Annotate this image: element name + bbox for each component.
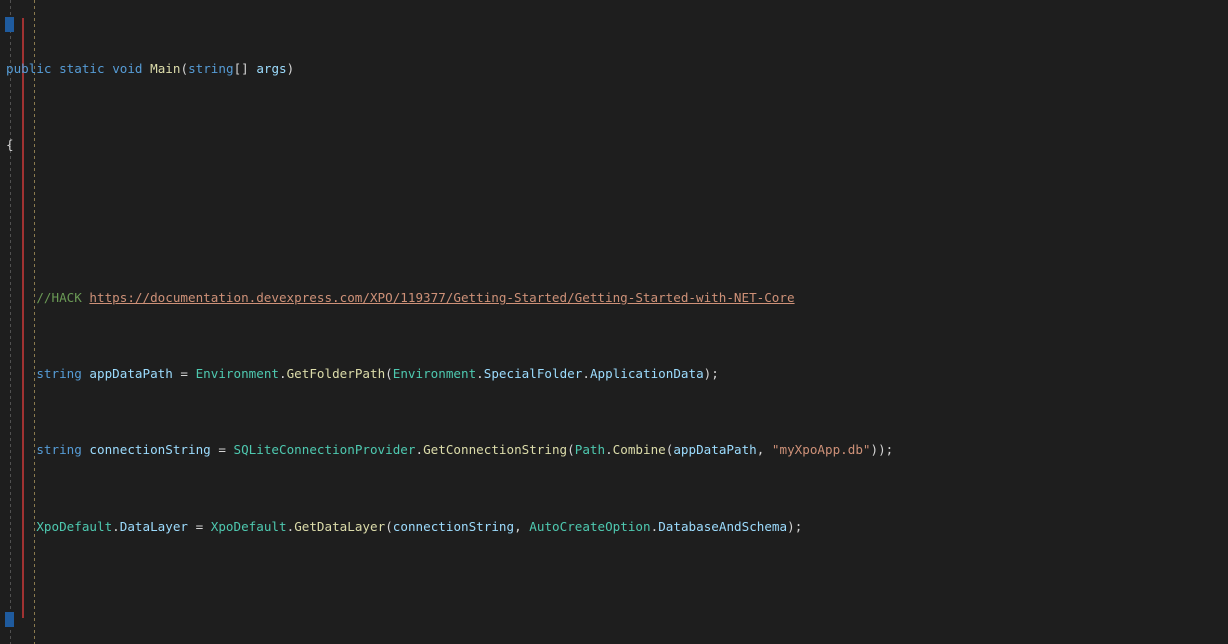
tok-dot: . (476, 366, 484, 381)
tok-method-main: Main (150, 61, 181, 76)
code-line-4[interactable]: //HACK https://documentation.devexpress.… (0, 290, 1228, 305)
tok-param-args: args (256, 61, 287, 76)
tok-method-getdatalayer: GetDataLayer (294, 518, 386, 534)
tok-var-connectionstring: connectionString (392, 518, 515, 534)
tok-dot: . (279, 366, 287, 381)
tok-open-brace: { (6, 137, 14, 153)
tok-type-xpodefault: XpoDefault (36, 518, 113, 534)
tok-punct: )); (870, 442, 894, 458)
tok-var-appdatapath: appDataPath (673, 442, 757, 458)
code-line-6[interactable]: string connectionString = SQLiteConnecti… (0, 442, 1228, 457)
tok-keyword-static: static (59, 61, 105, 76)
tok-keyword-string: string (36, 366, 82, 381)
tok-punct: ); (787, 518, 803, 534)
tok-type-path: Path (574, 442, 606, 458)
tok-dot: . (605, 442, 613, 458)
tok-dot: . (415, 442, 424, 458)
tok-operator: = (218, 442, 234, 458)
tok-dot: . (582, 366, 590, 381)
tok-enum-specialfolder: SpecialFolder (483, 366, 583, 381)
code-line-7[interactable]: XpoDefault.DataLayer = XpoDefault.GetDat… (0, 519, 1228, 534)
tok-space (143, 61, 151, 76)
tok-type-xpodefault-2: XpoDefault (210, 518, 287, 534)
tok-operator: = (195, 518, 211, 534)
comment-hyperlink[interactable]: https://documentation.devexpress.com/XPO… (89, 290, 794, 305)
tok-punct: ( (385, 366, 393, 381)
tok-punct: ); (703, 366, 719, 381)
tok-keyword-void: void (112, 61, 143, 76)
code-line-1[interactable]: public static void Main(string[] args) (0, 61, 1228, 76)
tok-type-sqliteconnectionprovider: SQLiteConnectionProvider (233, 442, 416, 458)
tok-method-getfolderpath: GetFolderPath (286, 366, 386, 381)
tok-operator: = (180, 366, 196, 381)
code-line-5[interactable]: string appDataPath = Environment.GetFold… (0, 366, 1228, 381)
tok-type-environment-2: Environment (392, 366, 477, 381)
code-line-3-blank[interactable] (0, 214, 1228, 229)
tok-keyword-string: string (188, 61, 234, 76)
tok-type-autocreateoption: AutoCreateOption (529, 518, 651, 534)
code-line-8-blank[interactable] (0, 595, 1228, 610)
tok-punct: ( (567, 442, 575, 458)
tok-keyword-public: public (6, 61, 52, 76)
tok-comma: , (514, 518, 530, 534)
tok-punct: [] (233, 61, 257, 76)
tok-punct: ( (385, 518, 393, 534)
code-content[interactable]: public static void Main(string[] args) {… (0, 0, 1228, 644)
tok-string-dbname: "myXpoApp.db" (771, 442, 871, 458)
tok-type-environment: Environment (195, 366, 279, 381)
tok-method-getconnectionstring: GetConnectionString (423, 442, 568, 458)
code-line-2[interactable]: { (0, 137, 1228, 152)
tok-field-datalayer: DataLayer (119, 518, 196, 534)
tok-comment-hack: //HACK (36, 289, 90, 305)
tok-punct: ( (180, 61, 189, 76)
tok-var-connectionstring: connectionString (81, 442, 219, 458)
tok-punct: ) (286, 61, 295, 76)
tok-space (52, 61, 60, 76)
code-line-9-blank[interactable] (0, 641, 1228, 644)
tok-enum-databaseandschema: DatabaseAndSchema (658, 518, 788, 534)
tok-keyword-string: string (36, 442, 82, 458)
tok-comma: , (756, 442, 772, 458)
tok-method-combine: Combine (612, 442, 666, 458)
tok-dot: . (112, 518, 120, 534)
tok-enum-applicationdata: ApplicationData (589, 366, 704, 381)
tok-var-appdatapath: appDataPath (81, 366, 181, 381)
code-editor[interactable]: public static void Main(string[] args) {… (0, 0, 1228, 644)
